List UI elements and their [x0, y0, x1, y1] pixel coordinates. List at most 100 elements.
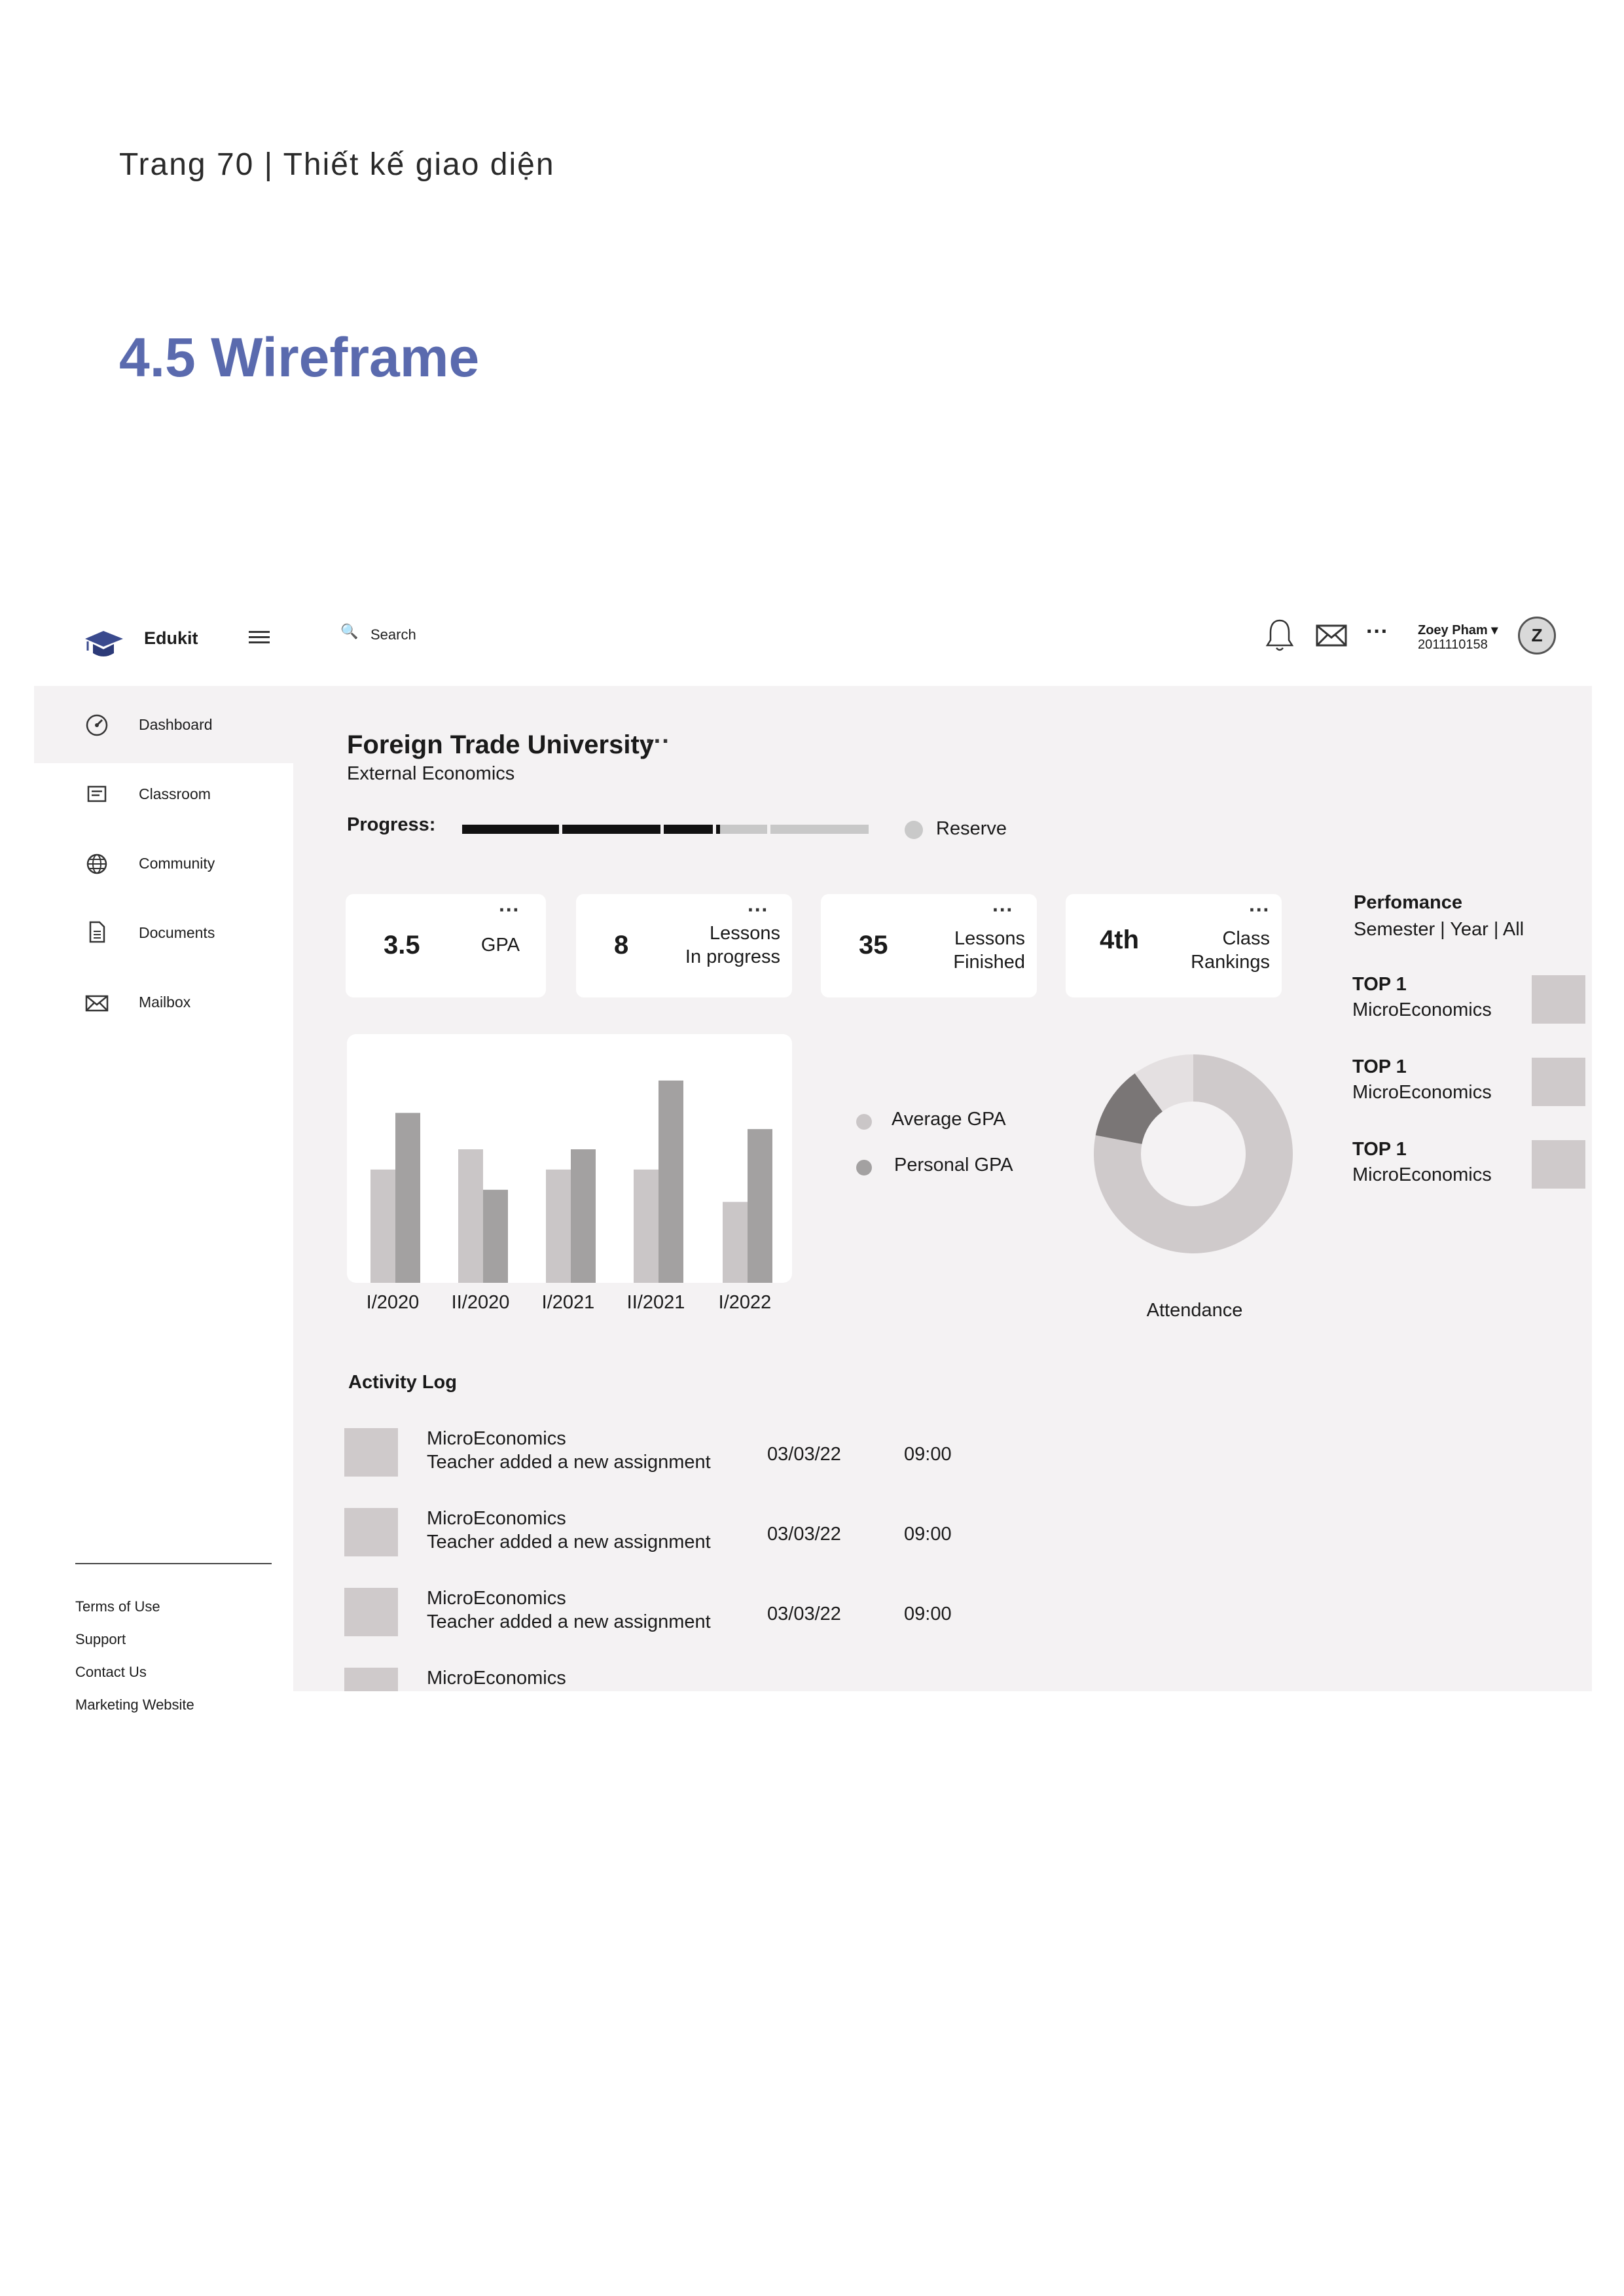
more-icon[interactable]: ···: [1249, 898, 1270, 922]
sidebar-item-mailbox[interactable]: Mailbox: [34, 971, 293, 1049]
logo-icon: [85, 631, 123, 656]
activity-time: 09:00: [904, 1604, 952, 1624]
sidebar-item-dashboard[interactable]: Dashboard: [34, 686, 293, 763]
document-icon: [89, 921, 105, 943]
stat-card-lessons-finished[interactable]: ··· 35 Lessons Finished: [821, 894, 1037, 997]
performance-rank: TOP 1: [1352, 1056, 1407, 1077]
activity-message: Teacher added a new assignment: [427, 1611, 711, 1632]
stat-card-gpa[interactable]: ··· 3.5 GPA: [346, 894, 546, 997]
gpa-chart-card: [347, 1034, 792, 1283]
bar-personal-0: [395, 1113, 420, 1283]
gpa-bar-chart: [370, 1080, 772, 1283]
more-icon[interactable]: ···: [499, 898, 520, 922]
more-icon[interactable]: ···: [1366, 619, 1388, 645]
activity-course: MicroEconomics: [427, 1428, 566, 1449]
x-tick-label: II/2021: [626, 1292, 685, 1313]
activity-log-title: Activity Log: [348, 1372, 457, 1393]
bar-average-4: [723, 1202, 748, 1283]
more-icon[interactable]: ···: [748, 898, 768, 922]
user-id: 2011110158: [1418, 637, 1488, 652]
dashboard-icon: [86, 714, 108, 736]
activity-thumbnail: [344, 1588, 398, 1636]
activity-thumbnail: [344, 1668, 398, 1691]
department-name: External Economics: [347, 763, 515, 784]
stat-label: Class Rankings: [1191, 927, 1270, 974]
bell-icon[interactable]: [1265, 617, 1295, 653]
activity-course: MicroEconomics: [427, 1668, 566, 1689]
stat-label-line1: Class: [1222, 928, 1270, 949]
stat-card-lessons-in-progress[interactable]: ··· 8 Lessons In progress: [576, 894, 792, 997]
stat-label-line2: Finished: [953, 952, 1025, 973]
reserve-icon[interactable]: [905, 821, 923, 839]
performance-course: MicroEconomics: [1352, 1082, 1492, 1103]
stat-value: 8: [614, 931, 629, 960]
progress-label: Progress:: [347, 814, 436, 835]
performance-item[interactable]: TOP 1 MicroEconomics: [1352, 974, 1492, 1021]
search-input[interactable]: Search: [370, 626, 416, 643]
x-tick-label: I/2020: [366, 1292, 420, 1313]
terms-of-use-link[interactable]: Terms of Use: [75, 1598, 160, 1615]
stat-label-line2: Rankings: [1191, 952, 1270, 973]
activity-time: 09:00: [904, 1524, 952, 1545]
activity-date: 03/03/22: [767, 1524, 841, 1545]
performance-course: MicroEconomics: [1352, 1164, 1492, 1185]
attendance-donut-chart: [1094, 1054, 1293, 1253]
support-link[interactable]: Support: [75, 1631, 126, 1648]
section-title: 4.5 Wireframe: [119, 327, 480, 388]
hamburger-menu-icon[interactable]: [249, 631, 270, 648]
list-item[interactable]: MicroEconomics Teacher added a new assig…: [344, 1428, 1064, 1487]
stat-card-class-rankings[interactable]: ··· 4th Class Rankings: [1066, 894, 1282, 997]
avatar[interactable]: Z: [1518, 617, 1556, 655]
sidebar: Dashboard Classroom Community Documents: [34, 686, 293, 1713]
sidebar-item-classroom[interactable]: Classroom: [34, 763, 293, 840]
top-bar: Edukit 🔍 Search ··· Zoey Pham ▾ 20111101…: [34, 602, 1592, 686]
activity-thumbnail: [344, 1428, 398, 1477]
performance-item[interactable]: TOP 1 MicroEconomics: [1352, 1139, 1492, 1186]
progress-segment-done: [462, 825, 559, 834]
sidebar-item-label: Documents: [139, 924, 215, 941]
attendance-label: Attendance: [1146, 1300, 1243, 1321]
performance-item[interactable]: TOP 1 MicroEconomics: [1352, 1056, 1492, 1103]
user-name[interactable]: Zoey Pham ▾: [1418, 622, 1498, 638]
stat-value: 4th: [1100, 925, 1139, 954]
list-item[interactable]: MicroEconomics Teacher added a new assig…: [344, 1588, 1064, 1647]
performance-thumbnail: [1532, 1058, 1585, 1106]
performance-thumbnail: [1532, 1140, 1585, 1189]
legend-average: Average GPA: [892, 1109, 1006, 1130]
sidebar-item-label: Mailbox: [139, 994, 191, 1011]
list-item[interactable]: MicroEconomics Teacher added a new assig…: [344, 1508, 1064, 1567]
sidebar-divider: [75, 1563, 272, 1564]
x-tick-label: II/2020: [451, 1292, 510, 1313]
contact-us-link[interactable]: Contact Us: [75, 1664, 147, 1681]
activity-message: Teacher added a new assignment: [427, 1452, 711, 1473]
performance-title: Perfomance: [1354, 892, 1463, 913]
progress-bar: [462, 825, 869, 834]
progress-segment-done: [562, 825, 660, 834]
app-name: Edukit: [144, 628, 198, 648]
progress-segment-todo: [770, 825, 869, 834]
sidebar-item-community[interactable]: Community: [34, 833, 293, 910]
bar-personal-1: [483, 1189, 508, 1283]
bar-personal-2: [571, 1149, 596, 1283]
university-name: Foreign Trade University: [347, 730, 655, 759]
performance-filter[interactable]: Semester | Year | All: [1354, 919, 1524, 941]
sidebar-item-documents[interactable]: Documents: [34, 902, 293, 979]
legend-dot-personal: [856, 1160, 872, 1175]
globe-icon: [86, 853, 107, 874]
mail-icon[interactable]: [1316, 624, 1347, 647]
list-item[interactable]: MicroEconomics: [344, 1668, 1064, 1691]
sidebar-item-label: Community: [139, 855, 215, 872]
reserve-button[interactable]: Reserve: [936, 818, 1007, 840]
more-icon[interactable]: ···: [645, 728, 670, 756]
activity-thumbnail: [344, 1508, 398, 1556]
activity-message: Teacher added a new assignment: [427, 1532, 711, 1552]
more-icon[interactable]: ···: [992, 898, 1013, 922]
page-header: Trang 70 | Thiết kế giao diện: [119, 147, 555, 182]
stat-value: 3.5: [384, 931, 420, 960]
activity-date: 03/03/22: [767, 1604, 841, 1624]
bar-average-1: [458, 1149, 483, 1283]
app-window: Edukit 🔍 Search ··· Zoey Pham ▾ 20111101…: [34, 602, 1592, 1713]
marketing-website-link[interactable]: Marketing Website: [75, 1696, 194, 1713]
x-tick-label: I/2022: [718, 1292, 772, 1313]
activity-time: 09:00: [904, 1444, 952, 1465]
